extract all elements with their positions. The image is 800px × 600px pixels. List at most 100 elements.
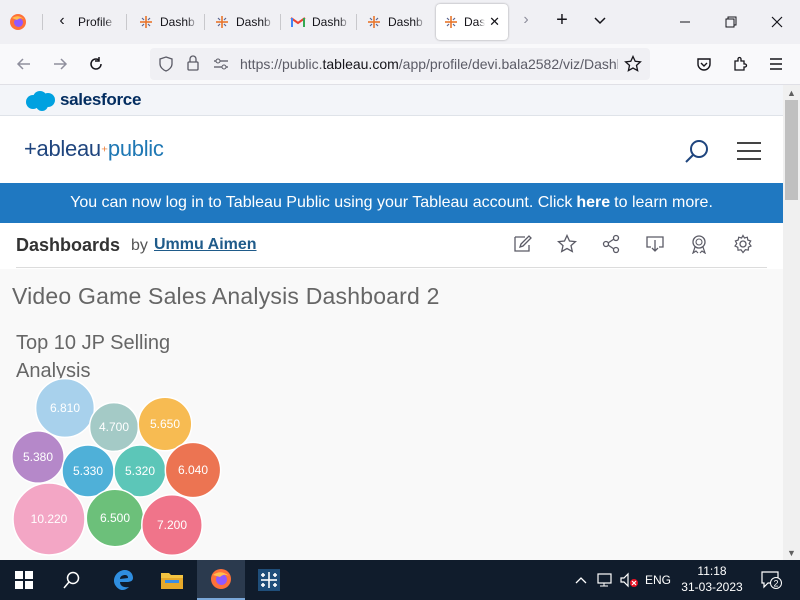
salesforce-bar: salesforce xyxy=(0,85,783,116)
notifications-icon[interactable]: 2 xyxy=(756,560,786,600)
navigation-toolbar: https://public.tableau.com/app/profile/d… xyxy=(0,44,800,85)
tab-dashboard-3[interactable]: Dashb xyxy=(366,4,426,40)
tab-label: Das xyxy=(464,15,486,29)
bubble-chart: 6.810 4.700 5.650 5.380 5.330 5.320 6.040 10.22… xyxy=(11,377,222,556)
bubble-label: 6.500 xyxy=(100,511,130,525)
file-explorer-icon[interactable] xyxy=(148,560,196,600)
bubble-label: 6.040 xyxy=(178,463,208,477)
firefox-taskbar-icon[interactable] xyxy=(197,560,245,600)
tab-label: Dashb xyxy=(312,15,347,29)
tab-dashboard-gmail[interactable]: Dashb xyxy=(290,4,350,40)
tab-profile[interactable]: Profile xyxy=(78,4,116,40)
scroll-up-arrow-icon[interactable]: ▲ xyxy=(783,85,800,100)
firefox-menu-icon[interactable] xyxy=(8,12,30,34)
lock-icon[interactable] xyxy=(186,55,200,76)
volume-muted-icon[interactable] xyxy=(618,560,640,600)
salesforce-cloud-icon[interactable] xyxy=(24,90,58,117)
bubble-label: 5.650 xyxy=(150,417,180,431)
bubble-label: 4.700 xyxy=(99,420,129,434)
tab-dashboard-2[interactable]: Dashb xyxy=(214,4,274,40)
tracking-protection-shield-icon[interactable] xyxy=(158,56,174,77)
close-tab-icon[interactable]: ✕ xyxy=(489,14,500,30)
scroll-down-arrow-icon[interactable]: ▼ xyxy=(783,545,800,560)
hamburger-menu-icon[interactable] xyxy=(764,52,788,76)
search-icon[interactable] xyxy=(684,139,710,170)
url-text[interactable]: https://public.tableau.com/app/profile/d… xyxy=(240,56,618,72)
viz-toolbar: Dashboards by Ummu Aimen xyxy=(0,223,783,269)
tab-dashboard-1[interactable]: Dashb xyxy=(138,4,198,40)
viz-title: Dashboards xyxy=(16,235,121,255)
tableau-public-logo[interactable]: +ableau⁺public xyxy=(24,136,164,162)
search-icon[interactable] xyxy=(48,560,96,600)
show-hidden-icons-chevron-icon[interactable] xyxy=(572,560,590,600)
bookmark-star-icon[interactable] xyxy=(624,54,642,78)
bubble-label: 5.330 xyxy=(73,464,103,478)
notification-count: 2 xyxy=(773,579,778,589)
clock-date: 31-03-2023 xyxy=(681,580,743,594)
reload-icon[interactable] xyxy=(84,52,108,76)
tableau-icon xyxy=(214,14,230,30)
clock-time: 11:18 xyxy=(697,564,727,578)
logo-text-tableau: +ableau xyxy=(24,136,101,161)
tab-label: Dashb xyxy=(160,15,195,29)
logo-plus-icon: ⁺ xyxy=(100,143,108,159)
favorite-star-icon[interactable] xyxy=(556,233,578,255)
tab-scroll-right-icon[interactable]: › xyxy=(516,11,536,31)
tab-scroll-left-icon[interactable]: ‹ xyxy=(52,12,72,32)
badge-award-icon[interactable] xyxy=(688,233,710,255)
system-clock[interactable]: 11:18 31-03-2023 xyxy=(672,563,752,595)
edge-browser-icon[interactable] xyxy=(99,560,147,600)
page-scrollbar[interactable]: ▲ ▼ xyxy=(783,85,800,560)
tableau-icon xyxy=(138,14,154,30)
minimize-icon[interactable] xyxy=(662,0,708,44)
url-prefix: https://public. xyxy=(240,56,323,72)
edit-viz-icon[interactable] xyxy=(512,233,534,255)
scroll-thumb[interactable] xyxy=(785,100,798,200)
bubble-label: 5.320 xyxy=(125,464,155,478)
tab-dashboard-active[interactable]: Das ✕ xyxy=(436,4,508,40)
back-arrow-icon[interactable] xyxy=(12,52,36,76)
viz-by-label: by xyxy=(131,237,148,254)
login-info-banner: You can now log in to Tableau Public usi… xyxy=(0,183,783,223)
banner-here-link[interactable]: here xyxy=(576,194,610,212)
extensions-icon[interactable] xyxy=(728,52,752,76)
close-window-icon[interactable] xyxy=(754,0,800,44)
tab-label: Profile xyxy=(78,15,113,29)
gmail-icon xyxy=(290,14,306,30)
tableau-public-header: +ableau⁺public xyxy=(0,117,783,183)
windows-taskbar: ENG 11:18 31-03-2023 2 xyxy=(0,560,800,600)
bubble-label: 10.220 xyxy=(31,512,68,526)
pocket-icon[interactable] xyxy=(692,52,716,76)
banner-text: You can now log in to Tableau Public usi… xyxy=(70,194,573,211)
new-tab-icon[interactable]: + xyxy=(552,9,572,33)
browser-tab-strip: ‹ Profile Dashb Dashb Dashb Dashb Das ✕ … xyxy=(0,0,800,44)
tableau-app-icon[interactable] xyxy=(245,560,293,600)
network-icon[interactable] xyxy=(594,560,616,600)
url-path: /app/profile/devi.bala2582/viz/Dashb xyxy=(398,56,618,72)
language-indicator[interactable]: ENG xyxy=(642,560,674,600)
restore-icon[interactable] xyxy=(708,0,754,44)
download-icon[interactable] xyxy=(644,233,666,255)
permissions-icon[interactable] xyxy=(212,56,230,77)
windows-start-icon[interactable] xyxy=(0,560,48,600)
tableau-icon xyxy=(366,14,382,30)
address-bar[interactable]: https://public.tableau.com/app/profile/d… xyxy=(150,48,650,80)
logo-text-public: public xyxy=(107,136,164,161)
forward-arrow-icon[interactable] xyxy=(48,52,72,76)
salesforce-logo-text[interactable]: salesforce xyxy=(60,90,141,110)
dashboard-title: Video Game Sales Analysis Dashboard 2 xyxy=(12,283,440,309)
bubble-label: 6.810 xyxy=(50,401,80,415)
list-all-tabs-icon[interactable] xyxy=(592,12,612,32)
bubble-label: 7.200 xyxy=(157,518,187,532)
menu-icon[interactable] xyxy=(736,141,762,166)
author-link[interactable]: Ummu Aimen xyxy=(154,236,257,254)
divider xyxy=(16,267,767,268)
dashboard-canvas: Video Game Sales Analysis Dashboard 2 To… xyxy=(0,269,783,560)
tab-label: Dashb xyxy=(236,15,271,29)
banner-text-end: to learn more. xyxy=(614,194,713,211)
settings-gear-icon[interactable] xyxy=(732,233,754,255)
tab-label: Dashb xyxy=(388,15,423,29)
web-page: salesforce +ableau⁺public You can now lo… xyxy=(0,85,783,560)
url-domain: tableau.com xyxy=(322,56,399,72)
share-icon[interactable] xyxy=(600,233,622,255)
